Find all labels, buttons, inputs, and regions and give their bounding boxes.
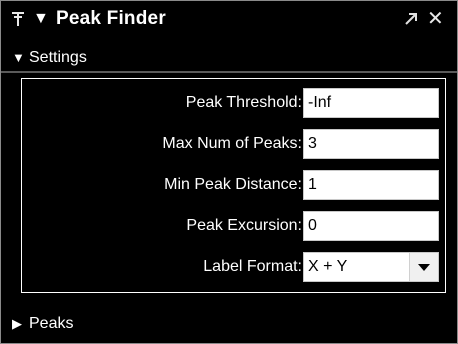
peak-finder-panel: ▼ Peak Finder ✕ ▼ Settings Peak Threshol… bbox=[0, 0, 458, 344]
settings-box: Peak Threshold: Max Num of Peaks: Min Pe… bbox=[21, 78, 446, 293]
settings-section-header[interactable]: ▼ Settings bbox=[1, 45, 457, 71]
label-format-row: Label Format: X + Y bbox=[22, 250, 445, 284]
pin-icon-graphic bbox=[12, 12, 24, 26]
dropdown-button[interactable] bbox=[409, 253, 438, 281]
max-num-peaks-label: Max Num of Peaks: bbox=[162, 135, 302, 152]
min-peak-distance-row: Min Peak Distance: bbox=[22, 168, 445, 202]
label-format-select[interactable]: X + Y bbox=[303, 252, 439, 282]
settings-header-label: Settings bbox=[29, 49, 87, 66]
undock-icon-graphic bbox=[405, 13, 417, 25]
peak-excursion-label: Peak Excursion: bbox=[186, 217, 302, 234]
max-num-peaks-row: Max Num of Peaks: bbox=[22, 127, 445, 161]
arrow-up-right-icon[interactable] bbox=[403, 10, 419, 28]
peaks-section-header[interactable]: ▶ Peaks bbox=[1, 311, 457, 337]
peak-threshold-label: Peak Threshold: bbox=[185, 94, 302, 111]
peak-excursion-row: Peak Excursion: bbox=[22, 209, 445, 243]
max-num-peaks-input[interactable] bbox=[303, 129, 439, 159]
triangle-down-icon: ▼ bbox=[12, 50, 25, 65]
window-title: Peak Finder bbox=[56, 8, 166, 29]
title-bar: ▼ Peak Finder ✕ bbox=[1, 1, 457, 37]
peak-threshold-input[interactable] bbox=[303, 88, 439, 118]
triangle-right-icon: ▶ bbox=[12, 316, 22, 331]
label-format-value: X + Y bbox=[308, 258, 348, 275]
peak-excursion-input[interactable] bbox=[303, 211, 439, 241]
chevron-down-icon bbox=[418, 264, 430, 271]
label-format-label: Label Format: bbox=[203, 258, 302, 275]
close-icon[interactable]: ✕ bbox=[427, 8, 445, 30]
section-divider bbox=[1, 71, 457, 73]
peaks-header-label: Peaks bbox=[29, 315, 74, 332]
peak-threshold-row: Peak Threshold: bbox=[22, 86, 445, 120]
min-peak-distance-label: Min Peak Distance: bbox=[164, 176, 302, 193]
pin-icon[interactable] bbox=[11, 10, 25, 28]
triangle-down-icon[interactable]: ▼ bbox=[33, 9, 49, 29]
min-peak-distance-input[interactable] bbox=[303, 170, 439, 200]
